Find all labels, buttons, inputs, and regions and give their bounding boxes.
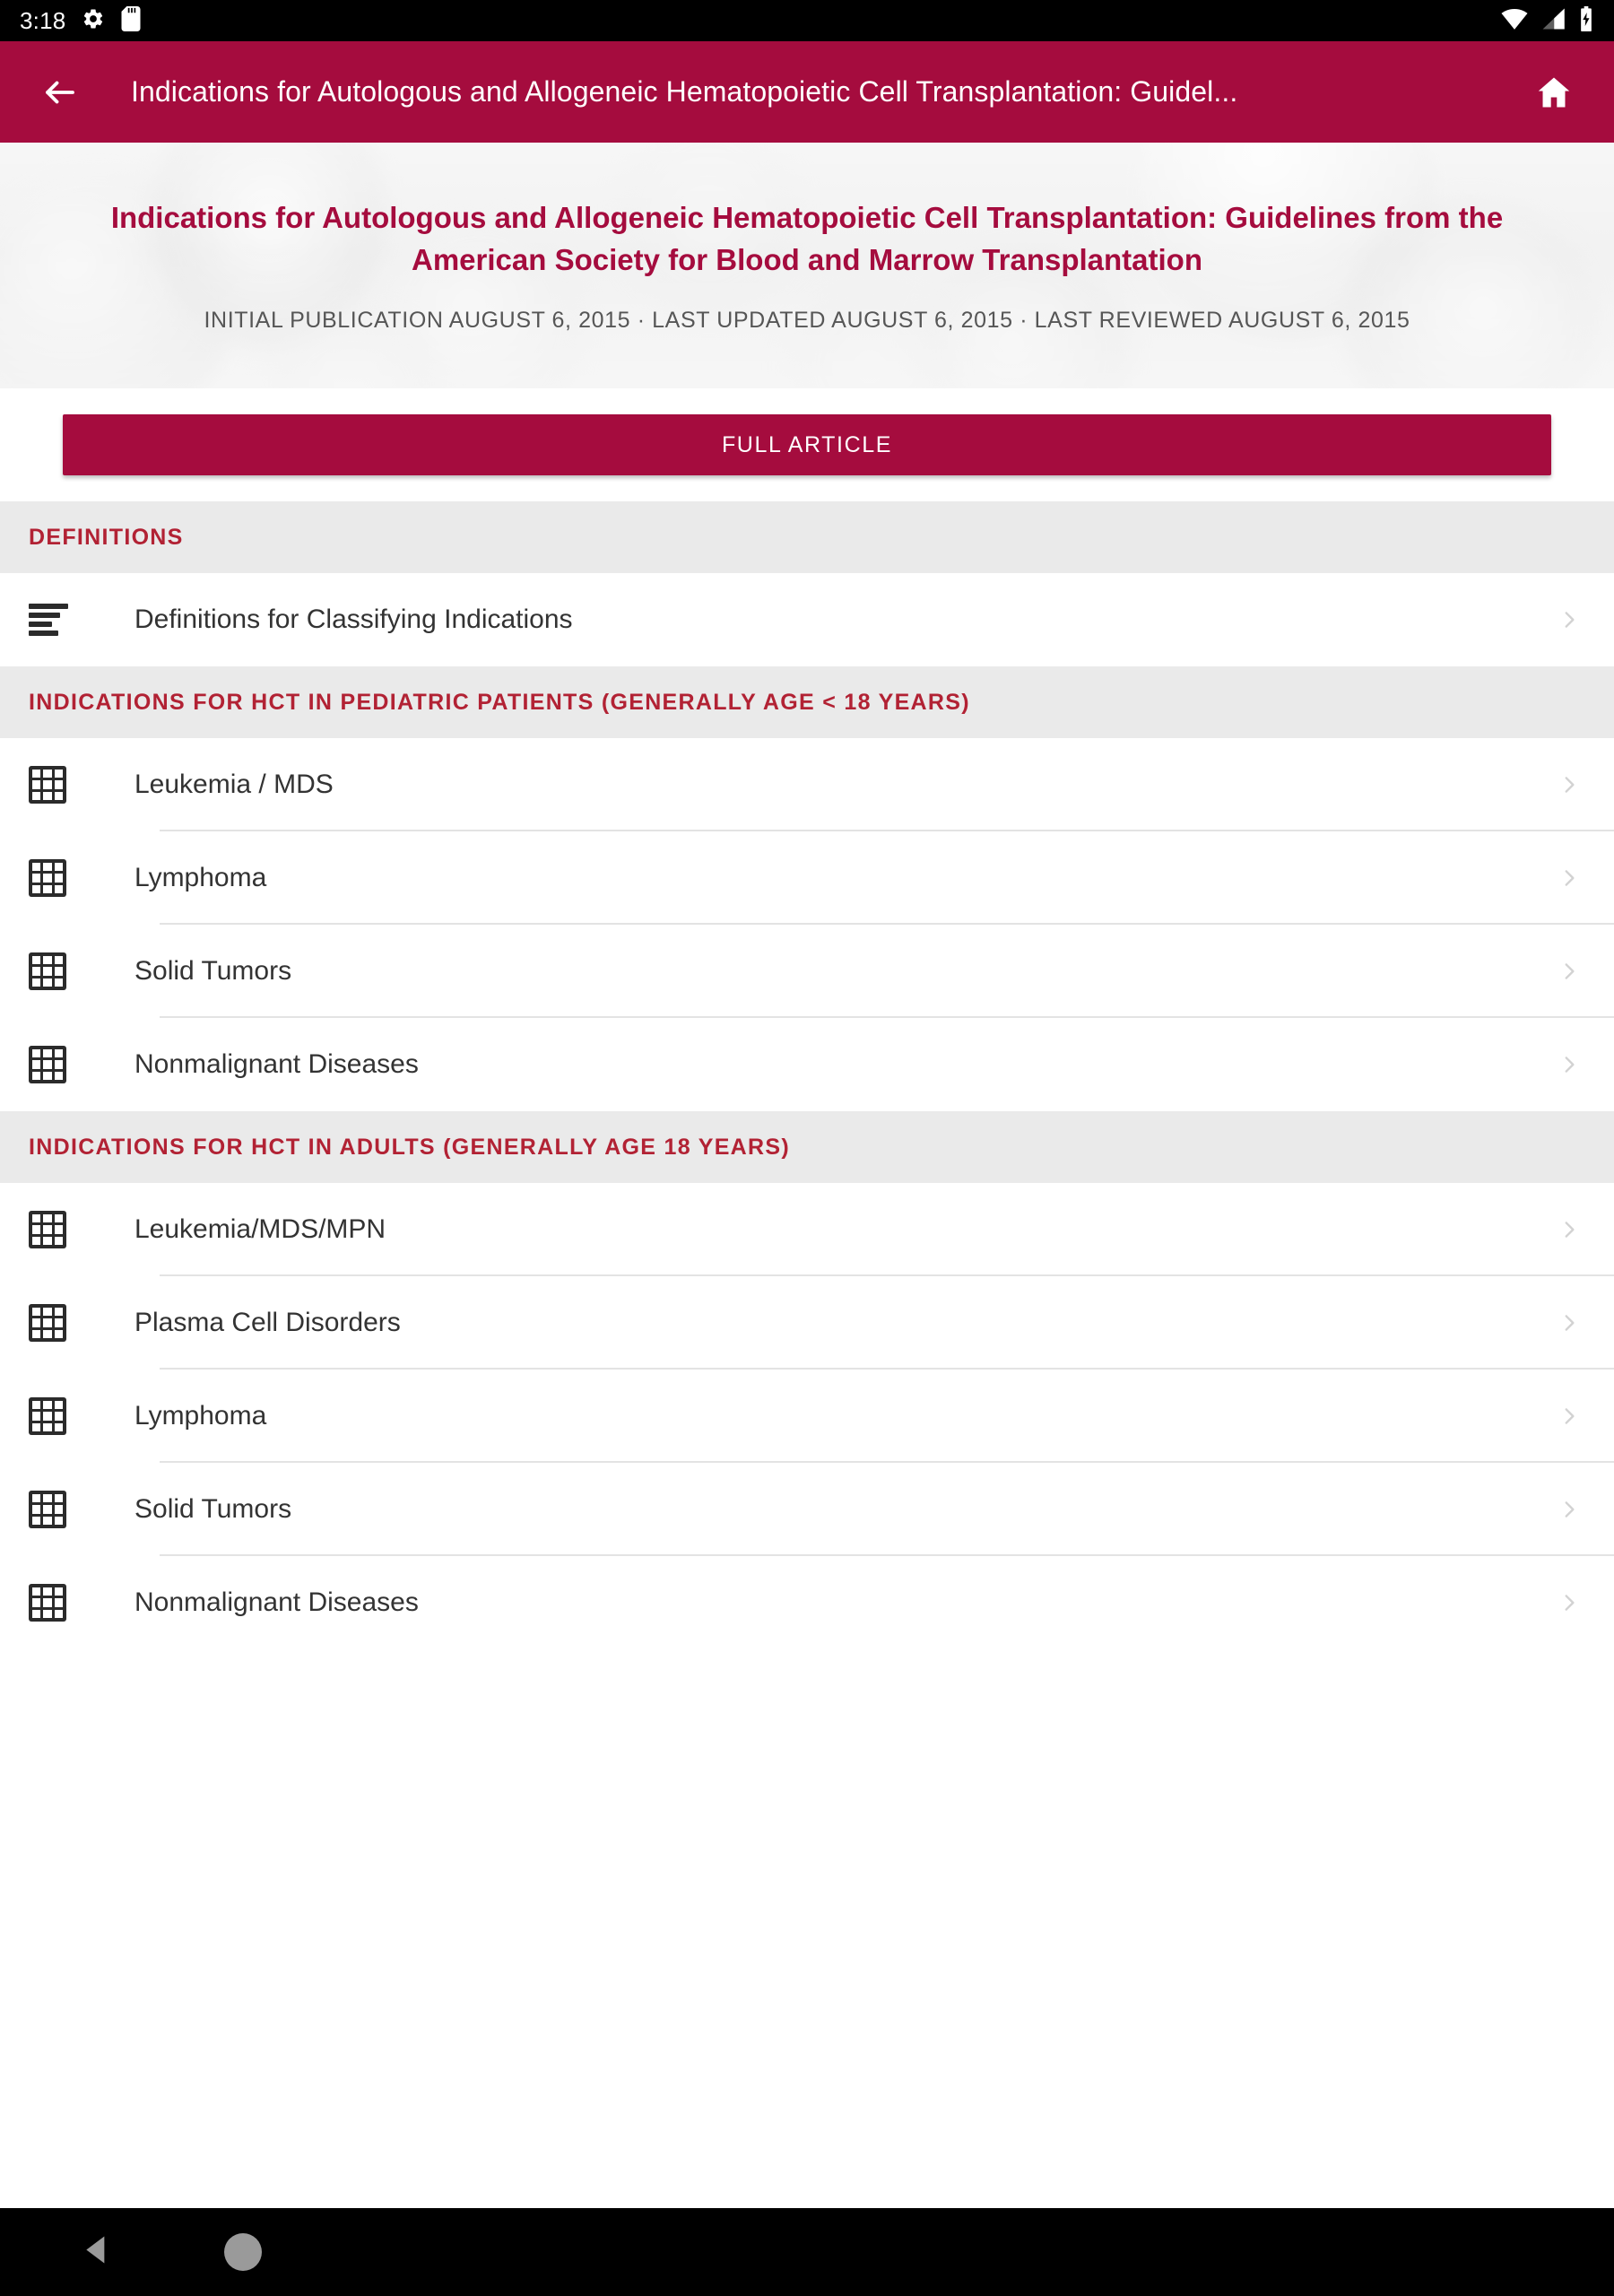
list-item-label: Nonmalignant Diseases xyxy=(134,1587,419,1617)
list-item-label: Nonmalignant Diseases xyxy=(134,1049,419,1079)
list-item-chevron xyxy=(1551,773,1587,796)
list-item[interactable]: Lymphoma xyxy=(0,1370,1614,1463)
sd-card-icon xyxy=(121,5,141,36)
list-item-chevron xyxy=(1551,608,1587,631)
arrow-back-icon xyxy=(46,81,74,103)
list-item-icon xyxy=(29,1211,84,1248)
section-header: INDICATIONS FOR HCT IN ADULTS (GENERALLY… xyxy=(0,1111,1614,1183)
publication-meta: INITIAL PUBLICATION AUGUST 6, 2015 · LAS… xyxy=(204,308,1410,334)
list-item-label: Lymphoma xyxy=(134,863,267,892)
gear-icon xyxy=(82,7,105,35)
chevron-right-icon xyxy=(1565,1501,1575,1518)
app-screen: 3:18 Indications for Autologous and Allo… xyxy=(0,0,1614,2296)
list-item-chevron xyxy=(1551,1218,1587,1241)
hero-text-block: Indications for Autologous and Allogenei… xyxy=(0,197,1614,335)
list-item[interactable]: Solid Tumors xyxy=(0,1463,1614,1556)
list-item-chevron xyxy=(1551,1053,1587,1076)
section-header: DEFINITIONS xyxy=(0,501,1614,573)
wifi-icon xyxy=(1501,7,1528,35)
chevron-right-icon xyxy=(1565,1222,1575,1238)
subject-icon xyxy=(29,604,68,636)
list-item-chevron xyxy=(1551,1311,1587,1335)
nav-home-button[interactable] xyxy=(224,2233,262,2271)
list-item-icon xyxy=(29,1397,84,1435)
full-article-button[interactable]: FULL ARTICLE xyxy=(63,414,1551,475)
cellular-signal-icon xyxy=(1540,7,1566,35)
system-navigation-bar xyxy=(0,2208,1614,2296)
status-bar-left: 3:18 xyxy=(20,5,141,36)
list-item-chevron xyxy=(1551,1405,1587,1428)
list-item-chevron xyxy=(1551,866,1587,890)
list-item-icon xyxy=(29,604,84,636)
battery-charging-icon xyxy=(1578,5,1594,36)
list-item-icon xyxy=(29,952,84,990)
list-item-chevron xyxy=(1551,960,1587,983)
section-header-label: DEFINITIONS xyxy=(29,524,184,550)
status-bar-right xyxy=(1501,5,1594,36)
section-header: INDICATIONS FOR HCT IN PEDIATRIC PATIENT… xyxy=(0,666,1614,738)
list-item-icon xyxy=(29,1046,84,1083)
list-item[interactable]: Nonmalignant Diseases xyxy=(0,1018,1614,1111)
grid-table-icon xyxy=(29,1491,66,1528)
list-item-chevron xyxy=(1551,1591,1587,1614)
list-item-label: Leukemia / MDS xyxy=(134,770,334,799)
chevron-right-icon xyxy=(1565,1595,1575,1611)
list-item-icon xyxy=(29,859,84,897)
list-item-icon xyxy=(29,766,84,804)
list-item-label: Solid Tumors xyxy=(134,1494,292,1524)
nav-back-button[interactable] xyxy=(79,2232,115,2273)
section-header-label: INDICATIONS FOR HCT IN PEDIATRIC PATIENT… xyxy=(29,689,970,715)
app-bar: Indications for Autologous and Allogenei… xyxy=(0,41,1614,143)
back-button[interactable] xyxy=(30,63,90,122)
list-item[interactable]: Lymphoma xyxy=(0,831,1614,925)
list-item[interactable]: Leukemia / MDS xyxy=(0,738,1614,831)
chevron-right-icon xyxy=(1565,777,1575,793)
grid-table-icon xyxy=(29,859,66,897)
list-item[interactable]: Leukemia/MDS/MPN xyxy=(0,1183,1614,1276)
list-item-chevron xyxy=(1551,1498,1587,1521)
list-item-icon xyxy=(29,1584,84,1622)
home-icon xyxy=(1538,77,1570,107)
content-list: DEFINITIONS Definitions for Classifying I… xyxy=(0,501,1614,1649)
grid-table-icon xyxy=(29,1046,66,1083)
chevron-right-icon xyxy=(1565,1408,1575,1424)
chevron-right-icon xyxy=(1565,1057,1575,1073)
grid-table-icon xyxy=(29,952,66,990)
list-item-icon xyxy=(29,1491,84,1528)
list-item-label: Definitions for Classifying Indications xyxy=(134,604,573,634)
list-item[interactable]: Solid Tumors xyxy=(0,925,1614,1018)
list-item[interactable]: Plasma Cell Disorders xyxy=(0,1276,1614,1370)
list-item-label: Lymphoma xyxy=(134,1401,267,1431)
grid-table-icon xyxy=(29,1211,66,1248)
list-item[interactable]: Definitions for Classifying Indications xyxy=(0,573,1614,666)
grid-table-icon xyxy=(29,1397,66,1435)
chevron-right-icon xyxy=(1565,963,1575,979)
grid-table-icon xyxy=(29,1304,66,1342)
app-bar-title: Indications for Autologous and Allogenei… xyxy=(131,75,1238,108)
section-header-label: INDICATIONS FOR HCT IN ADULTS (GENERALLY… xyxy=(29,1134,790,1160)
status-bar: 3:18 xyxy=(0,0,1614,41)
chevron-right-icon xyxy=(1565,1315,1575,1331)
nav-back-triangle-icon xyxy=(86,2236,105,2264)
chevron-right-icon xyxy=(1565,612,1575,628)
list-item-label: Plasma Cell Disorders xyxy=(134,1308,401,1337)
list-item-label: Leukemia/MDS/MPN xyxy=(134,1214,386,1244)
grid-table-icon xyxy=(29,1584,66,1622)
list-item-icon xyxy=(29,1304,84,1342)
page-title: Indications for Autologous and Allogenei… xyxy=(110,200,1504,276)
list-item[interactable]: Nonmalignant Diseases xyxy=(0,1556,1614,1649)
full-article-button-container: FULL ARTICLE xyxy=(0,388,1614,501)
status-bar-clock: 3:18 xyxy=(20,6,66,34)
chevron-right-icon xyxy=(1565,870,1575,886)
article-hero: Indications for Autologous and Allogenei… xyxy=(0,143,1614,388)
list-item-label: Solid Tumors xyxy=(134,956,292,986)
grid-table-icon xyxy=(29,766,66,804)
home-button[interactable] xyxy=(1524,63,1584,122)
